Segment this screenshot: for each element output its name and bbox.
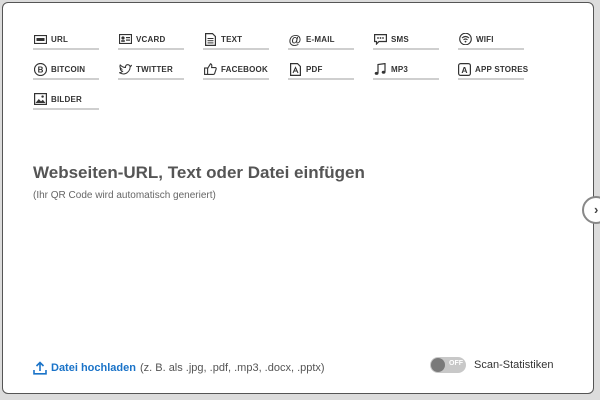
qr-generator-panel: URL VCARD TEXT @ E-MAIL SMS WIFI B BITCO…	[2, 2, 594, 394]
bitcoin-icon: B	[33, 62, 47, 76]
tab-twitter-label: TWITTER	[136, 64, 173, 74]
twitter-icon	[118, 62, 132, 76]
mp3-icon	[373, 62, 387, 76]
upload-file-link[interactable]: Datei hochladen	[51, 362, 136, 374]
svg-text:A: A	[461, 64, 467, 74]
url-icon	[33, 32, 47, 46]
tab-wifi[interactable]: WIFI	[458, 30, 524, 50]
wifi-icon	[458, 32, 472, 46]
svg-text:B: B	[37, 65, 43, 74]
upload-area: Datei hochladen (z. B. als .jpg, .pdf, .…	[33, 361, 325, 375]
tab-url[interactable]: URL	[33, 30, 99, 50]
tab-wifi-label: WIFI	[476, 34, 494, 44]
input-subline: (Ihr QR Code wird automatisch generiert)	[33, 190, 216, 201]
tab-twitter[interactable]: TWITTER	[118, 60, 184, 80]
tab-facebook[interactable]: FACEBOOK	[203, 60, 269, 80]
tab-sms-label: SMS	[391, 34, 409, 44]
tab-bilder-label: BILDER	[51, 94, 82, 104]
tab-pdf[interactable]: PDF	[288, 60, 354, 80]
bilder-icon	[33, 92, 47, 106]
app-stores-icon: A	[458, 62, 471, 76]
toggle-knob	[431, 358, 445, 372]
tab-mp3[interactable]: MP3	[373, 60, 439, 80]
scan-stats-toggle[interactable]: OFF	[430, 357, 466, 373]
tab-pdf-label: PDF	[306, 64, 323, 74]
vcard-icon	[118, 32, 132, 46]
tab-sms[interactable]: SMS	[373, 30, 439, 50]
tab-app-stores-label: APP STORES	[475, 64, 529, 74]
chevron-right-icon: ›	[594, 202, 599, 217]
tab-bilder[interactable]: BILDER	[33, 90, 99, 110]
sms-icon	[373, 32, 387, 46]
tab-text-label: TEXT	[221, 34, 243, 44]
tab-mp3-label: MP3	[391, 64, 409, 74]
email-icon: @	[288, 31, 302, 47]
tab-url-label: URL	[51, 34, 69, 44]
scan-stats-control: OFF Scan-Statistiken	[430, 357, 553, 373]
tab-facebook-label: FACEBOOK	[221, 64, 268, 74]
tab-email-label: E-MAIL	[306, 34, 335, 44]
scan-stats-label: Scan-Statistiken	[474, 359, 554, 371]
upload-hint: (z. B. als .jpg, .pdf, .mp3, .docx, .ppt…	[139, 362, 325, 374]
upload-icon[interactable]	[33, 361, 47, 375]
facebook-icon	[203, 62, 217, 76]
input-headline: Webseiten-URL, Text oder Datei einfügen	[33, 163, 365, 182]
tab-email[interactable]: @ E-MAIL	[288, 30, 354, 50]
tab-bitcoin-label: BITCOIN	[51, 64, 86, 74]
tab-vcard[interactable]: VCARD	[118, 30, 184, 50]
text-icon	[203, 32, 217, 46]
pdf-icon	[288, 62, 302, 76]
tab-text[interactable]: TEXT	[203, 30, 269, 50]
tab-bitcoin[interactable]: B BITCOIN	[33, 60, 99, 80]
tab-app-stores[interactable]: A APP STORES	[458, 60, 528, 80]
tab-vcard-label: VCARD	[136, 34, 166, 44]
toggle-state-label: OFF	[449, 360, 463, 367]
